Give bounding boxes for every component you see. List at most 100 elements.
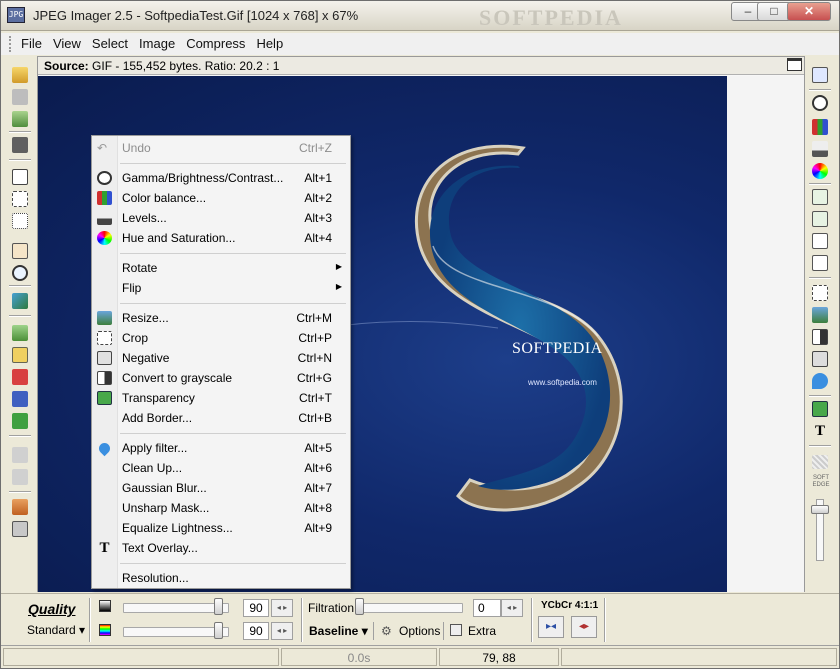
source-header: Source: GIF - 155,452 bytes. Ratio: 20.2… <box>38 57 804 75</box>
menu-item-add-border[interactable]: Add Border... Ctrl+B <box>92 408 350 428</box>
menu-select[interactable]: Select <box>86 33 133 51</box>
menu-item-levels[interactable]: Levels... Alt+3 <box>92 208 350 228</box>
rotate-right-icon[interactable] <box>812 211 828 227</box>
toolbar-separator <box>809 183 831 185</box>
chrominance-slider-thumb[interactable] <box>214 622 224 639</box>
properties-icon[interactable] <box>812 67 828 83</box>
luminance-quality-value[interactable]: 90 <box>243 599 269 617</box>
panel-separator <box>531 598 533 642</box>
resize-icon <box>97 311 112 325</box>
compare-icon[interactable] <box>12 293 28 309</box>
save-icon[interactable] <box>12 137 28 153</box>
levels-icon[interactable] <box>812 141 828 157</box>
soft-edge-label: SOFT EDGE <box>812 475 830 488</box>
hand-tool-icon[interactable] <box>12 243 28 259</box>
right-toolbar: T SOFT EDGE <box>807 59 835 589</box>
chrominance-slider[interactable] <box>123 627 229 637</box>
select-lasso-icon[interactable] <box>12 213 28 229</box>
extra-button[interactable]: Extra <box>468 624 496 638</box>
menu-item-negative[interactable]: Negative Ctrl+N <box>92 348 350 368</box>
png-format-icon[interactable] <box>12 369 28 385</box>
status-time: 0.0s <box>281 648 437 666</box>
menu-item-apply-filter[interactable]: Apply filter... Alt+5 <box>92 438 350 458</box>
gif-format-icon[interactable] <box>12 391 28 407</box>
hue-wheel-icon[interactable] <box>812 163 828 179</box>
viewer-maximize-button[interactable] <box>787 58 802 71</box>
negative-icon[interactable] <box>812 351 828 367</box>
text-icon[interactable]: T <box>812 423 828 439</box>
transparency-icon[interactable] <box>812 401 828 417</box>
menu-item-grayscale[interactable]: Convert to grayscale Ctrl+G <box>92 368 350 388</box>
menu-item-unsharp-mask[interactable]: Unsharp Mask... Alt+8 <box>92 498 350 518</box>
menu-item-hue-saturation[interactable]: Hue and Saturation... Alt+4 <box>92 228 350 248</box>
filtration-value[interactable]: 0 <box>473 599 501 617</box>
play-icon[interactable] <box>12 325 28 341</box>
menu-item-undo[interactable]: ↶ Undo Ctrl+Z <box>92 138 350 158</box>
baseline-dropdown[interactable]: Baseline ▾ <box>309 624 368 638</box>
menu-separator <box>120 303 346 304</box>
menu-file[interactable]: File <box>15 33 47 51</box>
soft-edge-icon[interactable] <box>812 455 828 469</box>
menu-item-text-overlay[interactable]: T Text Overlay... <box>92 538 350 558</box>
menu-item-gamma[interactable]: Gamma/Brightness/Contrast... Alt+1 <box>92 168 350 188</box>
menu-item-crop[interactable]: Crop Ctrl+P <box>92 328 350 348</box>
menu-item-flip[interactable]: Flip ▶ <box>92 278 350 298</box>
options-button[interactable]: Options <box>399 624 440 638</box>
filtration-slider-thumb[interactable] <box>355 598 364 615</box>
menu-compress[interactable]: Compress <box>180 33 250 51</box>
grayscale-icon[interactable] <box>812 329 828 345</box>
crop-icon[interactable] <box>812 285 828 301</box>
flip-horizontal-icon[interactable] <box>812 233 828 249</box>
menu-item-gaussian-blur[interactable]: Gaussian Blur... Alt+7 <box>92 478 350 498</box>
zoom-icon[interactable] <box>12 265 28 281</box>
drop-icon[interactable] <box>812 373 828 389</box>
luminance-slider[interactable] <box>123 603 229 613</box>
next-icon[interactable] <box>12 469 28 485</box>
resize-icon[interactable] <box>812 307 828 323</box>
close-button[interactable]: ✕ <box>787 2 831 21</box>
copy-icon[interactable] <box>12 521 28 537</box>
prev-icon[interactable] <box>12 447 28 463</box>
extra-icon <box>450 624 462 636</box>
subsampling-in-button[interactable]: ▸◂ <box>538 616 564 638</box>
menu-item-color-balance[interactable]: Color balance... Alt+2 <box>92 188 350 208</box>
filtration-label: Filtration <box>308 601 355 615</box>
status-cell-empty <box>561 648 837 666</box>
menu-separator <box>120 563 346 564</box>
filtration-slider[interactable] <box>355 603 463 613</box>
jpeg-format-icon[interactable] <box>12 347 28 363</box>
quality-preset-dropdown[interactable]: Standard ▾ <box>27 623 85 637</box>
rotate-left-icon[interactable] <box>812 189 828 205</box>
brightness-icon[interactable] <box>812 95 828 111</box>
menu-view[interactable]: View <box>47 33 86 51</box>
chrominance-quality-value[interactable]: 90 <box>243 622 269 640</box>
flip-vertical-icon[interactable] <box>812 255 828 271</box>
chrominance-spin-buttons[interactable]: ◂ ▸ <box>271 622 293 640</box>
luminance-slider-thumb[interactable] <box>214 598 224 615</box>
subsampling-out-button[interactable]: ◂▸ <box>571 616 597 638</box>
soft-edge-slider-thumb[interactable] <box>811 505 829 514</box>
menu-item-clean-up[interactable]: Clean Up... Alt+6 <box>92 458 350 478</box>
bmp-format-icon[interactable] <box>12 413 28 429</box>
reload-icon[interactable] <box>12 111 28 127</box>
menu-item-transparency[interactable]: Transparency Ctrl+T <box>92 388 350 408</box>
source-label: Source: <box>44 59 89 73</box>
luminance-spin-buttons[interactable]: ◂ ▸ <box>271 599 293 617</box>
menu-item-rotate[interactable]: Rotate ▶ <box>92 258 350 278</box>
open-folder-icon[interactable] <box>12 67 28 83</box>
menu-item-resize[interactable]: Resize... Ctrl+M <box>92 308 350 328</box>
text-icon: T <box>99 540 110 556</box>
menu-separator <box>120 163 346 164</box>
paste-icon[interactable] <box>12 89 28 105</box>
color-balance-icon[interactable] <box>812 119 828 135</box>
filtration-spin-buttons[interactable]: ◂ ▸ <box>501 599 523 617</box>
export-icon[interactable] <box>12 499 28 515</box>
select-arrow-icon[interactable] <box>12 169 28 185</box>
maximize-button[interactable]: □ <box>757 2 791 21</box>
select-rect-icon[interactable] <box>12 191 28 207</box>
menu-help[interactable]: Help <box>250 33 288 51</box>
menu-item-resolution[interactable]: Resolution... <box>92 568 350 588</box>
toolbar-separator <box>9 131 31 133</box>
menu-image[interactable]: Image <box>133 33 180 51</box>
menu-item-equalize-lightness[interactable]: Equalize Lightness... Alt+9 <box>92 518 350 538</box>
